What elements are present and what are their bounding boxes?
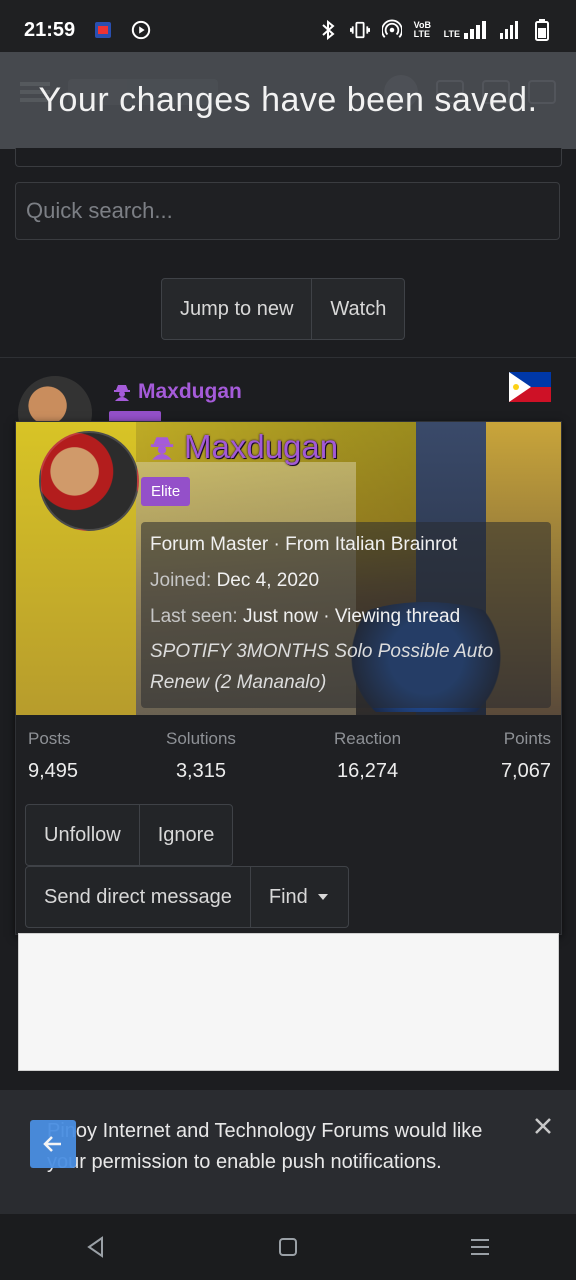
member-title-line: Forum Master · From Italian Brainrot	[150, 534, 458, 555]
divider	[0, 357, 576, 358]
status-bar: 21:59 VoB LTE LTE	[0, 0, 576, 60]
stat-label: Solutions	[166, 729, 236, 748]
joined-value: Dec 4, 2020	[216, 570, 320, 591]
stat-reaction[interactable]: Reaction 16,274	[334, 729, 401, 783]
system-home-button[interactable]	[268, 1227, 308, 1267]
message-actions: Send direct message Find	[25, 866, 349, 928]
status-clock: 21:59	[24, 18, 76, 41]
square-home-icon	[279, 1238, 297, 1256]
find-dropdown-button[interactable]: Find	[251, 867, 348, 927]
menu-lines-icon	[471, 1239, 489, 1255]
push-notification-prompt: Pinoy Internet and Technology Forums wou…	[0, 1090, 576, 1214]
bluetooth-icon	[318, 20, 338, 40]
follow-actions: Unfollow Ignore	[25, 804, 234, 866]
stat-points[interactable]: Points 7,067	[501, 729, 551, 783]
find-label: Find	[268, 885, 308, 908]
quick-search-input[interactable]	[15, 182, 560, 240]
stat-value: 7,067	[500, 760, 551, 782]
member-last-seen: Last seen: Just now · Viewing thread	[150, 606, 460, 628]
member-avatar[interactable]	[39, 431, 139, 531]
triangle-back-icon	[87, 1236, 103, 1258]
ignore-button[interactable]: Ignore	[140, 805, 233, 865]
caret-down-icon	[317, 894, 328, 900]
unfollow-button[interactable]: Unfollow	[26, 805, 140, 865]
arrow-left-icon	[43, 1136, 61, 1152]
push-prompt-text: Pinoy Internet and Technology Forums wou…	[47, 1120, 483, 1173]
post-author-link[interactable]: Maxdugan	[112, 380, 242, 404]
joined-label: Joined:	[150, 570, 212, 591]
last-seen-label: Last seen:	[150, 606, 238, 627]
last-seen-value: Just now · Viewing thread	[242, 606, 461, 627]
media-play-icon	[131, 20, 151, 40]
battery-icon	[532, 19, 552, 41]
elite-badge: Elite	[141, 477, 191, 506]
philippines-flag-icon	[509, 372, 551, 402]
lte-signal-icon: LTE	[444, 21, 488, 39]
post-author-name: Maxdugan	[138, 380, 242, 403]
member-actions: Unfollow Ignore Send direct message Find	[25, 804, 349, 928]
post-content-area	[18, 933, 559, 1071]
watch-button[interactable]: Watch	[312, 279, 404, 339]
close-icon	[535, 1118, 551, 1134]
system-navigation-bar	[0, 1214, 576, 1280]
volte-icon: VoB LTE	[413, 20, 431, 39]
back-arrow-button[interactable]	[30, 1120, 76, 1168]
stat-posts[interactable]: Posts 9,495	[28, 729, 78, 783]
stat-label: Points	[503, 729, 551, 748]
vibrate-icon	[349, 20, 370, 40]
close-push-prompt-button[interactable]	[534, 1114, 552, 1142]
member-info-box: Forum Master · From Italian Brainrot Joi…	[141, 522, 551, 708]
member-name-link[interactable]: Maxdugan	[148, 428, 338, 466]
stat-label: Reaction	[334, 729, 402, 748]
page-nav-field	[15, 148, 562, 167]
spy-user-icon	[114, 385, 130, 401]
stat-solutions[interactable]: Solutions 3,315	[166, 729, 236, 783]
stat-value: 9,495	[28, 760, 79, 782]
member-joined: Joined: Dec 4, 2020	[150, 570, 319, 592]
lte-label: LTE	[443, 29, 460, 39]
member-name: Maxdugan	[184, 428, 339, 465]
member-stats: Posts 9,495 Solutions 3,315 Reaction 16,…	[16, 715, 561, 800]
send-direct-message-button[interactable]: Send direct message	[26, 867, 251, 927]
stat-value: 16,274	[336, 760, 399, 782]
system-back-button[interactable]	[76, 1227, 116, 1267]
hotspot-icon	[381, 19, 402, 40]
thread-action-buttons: Jump to new Watch	[161, 278, 406, 340]
member-tooltip-card: Maxdugan Elite Forum Master · From Itali…	[15, 421, 562, 935]
system-recents-button[interactable]	[460, 1227, 500, 1267]
spy-user-icon	[150, 437, 174, 460]
stat-value: 3,315	[175, 760, 226, 782]
stat-label: Posts	[28, 729, 71, 748]
notification-app-icon	[93, 20, 113, 40]
viewing-thread-link[interactable]: SPOTIFY 3MONTHS Solo Possible Auto Renew…	[150, 636, 545, 698]
jump-to-new-button[interactable]: Jump to new	[162, 279, 313, 339]
toast-message: Your changes have been saved.	[0, 52, 576, 149]
signal-icon	[500, 20, 520, 40]
